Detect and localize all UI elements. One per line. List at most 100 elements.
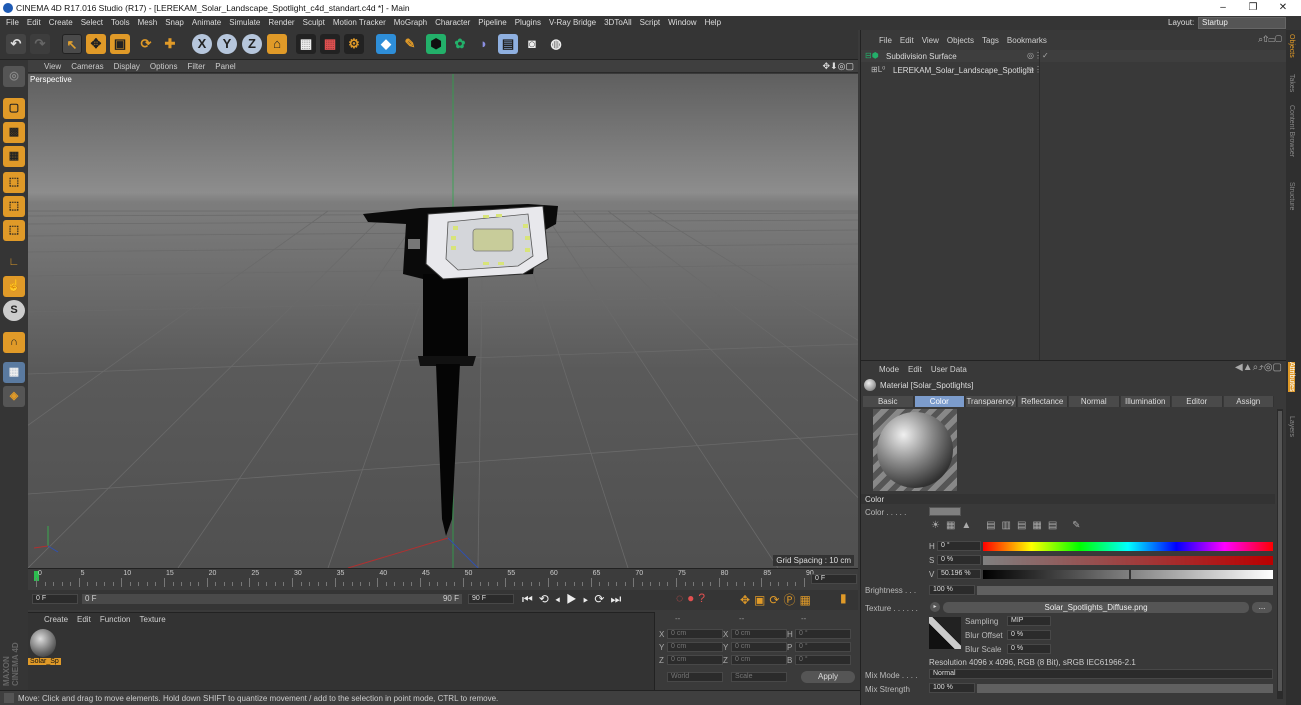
texture-axis-icon[interactable]: ◈: [3, 386, 25, 407]
texture-more-button[interactable]: ...: [1252, 602, 1272, 613]
texture-mode-icon[interactable]: ▩: [3, 122, 25, 143]
menu-item[interactable]: Character: [435, 18, 470, 27]
select-tool-icon[interactable]: ↖: [62, 34, 82, 54]
visibility-dots[interactable]: ◎⋮✓: [1027, 51, 1049, 60]
attribute-menu-item[interactable]: Edit: [908, 365, 922, 374]
object-menu-item[interactable]: Bookmarks: [1007, 36, 1047, 45]
material-menu-item[interactable]: Texture: [140, 615, 166, 624]
viewport-nav-icon[interactable]: ✥⬇◎▢: [823, 61, 854, 72]
axis-mode-icon[interactable]: ∟: [3, 252, 25, 273]
side-tab-takes[interactable]: Takes: [1288, 74, 1295, 92]
object-menu-item[interactable]: Objects: [947, 36, 974, 45]
tab-transparency[interactable]: Transparency: [966, 396, 1017, 407]
blur-scale-field[interactable]: 0 %: [1007, 644, 1051, 654]
coord-mode-select[interactable]: World: [667, 672, 723, 682]
add-tool-icon[interactable]: ✚: [160, 34, 180, 54]
value-slider[interactable]: [983, 569, 1273, 580]
object-menu-item[interactable]: Edit: [900, 36, 914, 45]
render-picture-viewer-icon[interactable]: ▦: [320, 34, 340, 54]
viewport-menu-item[interactable]: Options: [150, 62, 178, 71]
timeline[interactable]: 0 5 10 15 20 25 30 35 40 45 50 55 60 65 70 75 80 85 90 0 F: [28, 568, 858, 590]
coord-field[interactable]: 0 cm: [731, 629, 787, 639]
make-editable-icon[interactable]: ◎: [3, 66, 25, 87]
material-thumbnail[interactable]: [30, 629, 56, 657]
viewport-menu-item[interactable]: Panel: [215, 62, 235, 71]
material-menu-item[interactable]: Function: [100, 615, 131, 624]
tab-color[interactable]: Color: [914, 396, 965, 407]
camera-icon[interactable]: ◙: [522, 34, 542, 54]
viewport-3d[interactable]: Perspective Grid Spacing : 10 cm: [28, 74, 858, 568]
restore-button[interactable]: ❐: [1243, 1, 1263, 15]
material-name[interactable]: Solar_Sp: [28, 658, 61, 665]
coord-field[interactable]: 0 cm: [731, 655, 787, 665]
tab-normal[interactable]: Normal: [1069, 396, 1120, 407]
h-field[interactable]: 0 °: [937, 541, 981, 551]
sampling-select[interactable]: MIP: [1007, 616, 1051, 626]
polygons-mode-icon[interactable]: ⬚: [3, 220, 25, 241]
playback-controls[interactable]: ⏮⟲◂▶▸⟳⏭: [522, 592, 627, 607]
viewport-menu-item[interactable]: View: [44, 62, 61, 71]
model-mode-icon[interactable]: ▢: [3, 98, 25, 119]
coord-field[interactable]: 0 cm: [667, 655, 723, 665]
pen-icon[interactable]: ✎: [400, 34, 420, 54]
object-row[interactable]: ⊞L⁰ LEREKAM_Solar_Landscape_Spotlight ◎⋮: [861, 64, 1286, 76]
menu-item[interactable]: Script: [640, 18, 660, 27]
menu-item[interactable]: Snap: [165, 18, 184, 27]
grid-lock-icon[interactable]: ▦: [3, 362, 25, 383]
menu-item[interactable]: Select: [81, 18, 103, 27]
hue-slider[interactable]: [983, 542, 1273, 551]
points-mode-icon[interactable]: ⬚: [3, 172, 25, 193]
menu-item[interactable]: Mesh: [138, 18, 158, 27]
object-menu-item[interactable]: Tags: [982, 36, 999, 45]
array-icon[interactable]: ✿: [450, 34, 470, 54]
coord-field[interactable]: 0 °: [795, 629, 851, 639]
menu-item[interactable]: Motion Tracker: [333, 18, 386, 27]
magnet-icon[interactable]: ∩: [3, 332, 25, 353]
attribute-menu-item[interactable]: User Data: [931, 365, 967, 374]
side-tab-objects[interactable]: Objects: [1288, 34, 1295, 58]
tab-editor[interactable]: Editor: [1172, 396, 1223, 407]
record-controls[interactable]: ◌●?: [676, 591, 709, 605]
menu-item[interactable]: Animate: [192, 18, 221, 27]
rotate-tool-icon[interactable]: ⟳: [136, 34, 156, 54]
menu-item[interactable]: Window: [668, 18, 696, 27]
x-axis-icon[interactable]: X: [192, 34, 212, 54]
value-slider-knob[interactable]: [1128, 569, 1131, 580]
menu-item[interactable]: Edit: [27, 18, 41, 27]
menu-item[interactable]: File: [6, 18, 19, 27]
object-menu-item[interactable]: File: [879, 36, 892, 45]
z-axis-icon[interactable]: Z: [242, 34, 262, 54]
object-row[interactable]: ⊟⬢ Subdivision Surface ◎⋮✓: [861, 50, 1286, 62]
tab-basic[interactable]: Basic: [863, 396, 914, 407]
scale-tool-icon[interactable]: ▣: [110, 34, 130, 54]
viewport-menu-item[interactable]: Filter: [187, 62, 205, 71]
coord-field[interactable]: 0 cm: [667, 642, 723, 652]
coord-field[interactable]: 0 cm: [731, 642, 787, 652]
deformer-icon[interactable]: ◗: [474, 34, 494, 54]
close-button[interactable]: ✕: [1273, 1, 1293, 15]
redo-icon[interactable]: ↷: [30, 34, 50, 54]
layout-select[interactable]: Startup: [1198, 17, 1286, 29]
color-swatch[interactable]: [929, 507, 961, 516]
menu-item[interactable]: Help: [705, 18, 721, 27]
mix-mode-select[interactable]: Normal: [929, 669, 1273, 679]
range-slider[interactable]: 0 F 90 F: [82, 594, 462, 604]
object-name[interactable]: LEREKAM_Solar_Landscape_Spotlight: [893, 66, 1034, 75]
menu-item[interactable]: 3DToAll: [604, 18, 632, 27]
viewport-menu-item[interactable]: Cameras: [71, 62, 103, 71]
texture-file-button[interactable]: Solar_Spotlights_Diffuse.png: [943, 602, 1249, 613]
color-mode-icons[interactable]: ☀▦▲ ▤▥▤▦▤ ✎: [931, 520, 1087, 531]
attribute-nav-icon[interactable]: ◀▲⌕⤴◎▢: [1235, 362, 1282, 373]
side-tab-layers[interactable]: Layers: [1288, 416, 1295, 437]
menu-item[interactable]: MoGraph: [394, 18, 427, 27]
render-settings-icon[interactable]: ⚙: [344, 34, 364, 54]
material-menu-item[interactable]: Create: [44, 615, 68, 624]
start-frame-field[interactable]: 0 F: [32, 594, 78, 604]
tweak-mode-icon[interactable]: ☝: [3, 276, 25, 297]
attribute-menu-item[interactable]: Mode: [879, 365, 899, 374]
tab-illumination[interactable]: Illumination: [1120, 396, 1171, 407]
render-view-icon[interactable]: ▦: [296, 34, 316, 54]
brightness-field[interactable]: 100 %: [929, 585, 975, 595]
mix-strength-field[interactable]: 100 %: [929, 683, 975, 693]
key-controls[interactable]: ✥▣⟳Ⓟ▦: [740, 591, 815, 608]
